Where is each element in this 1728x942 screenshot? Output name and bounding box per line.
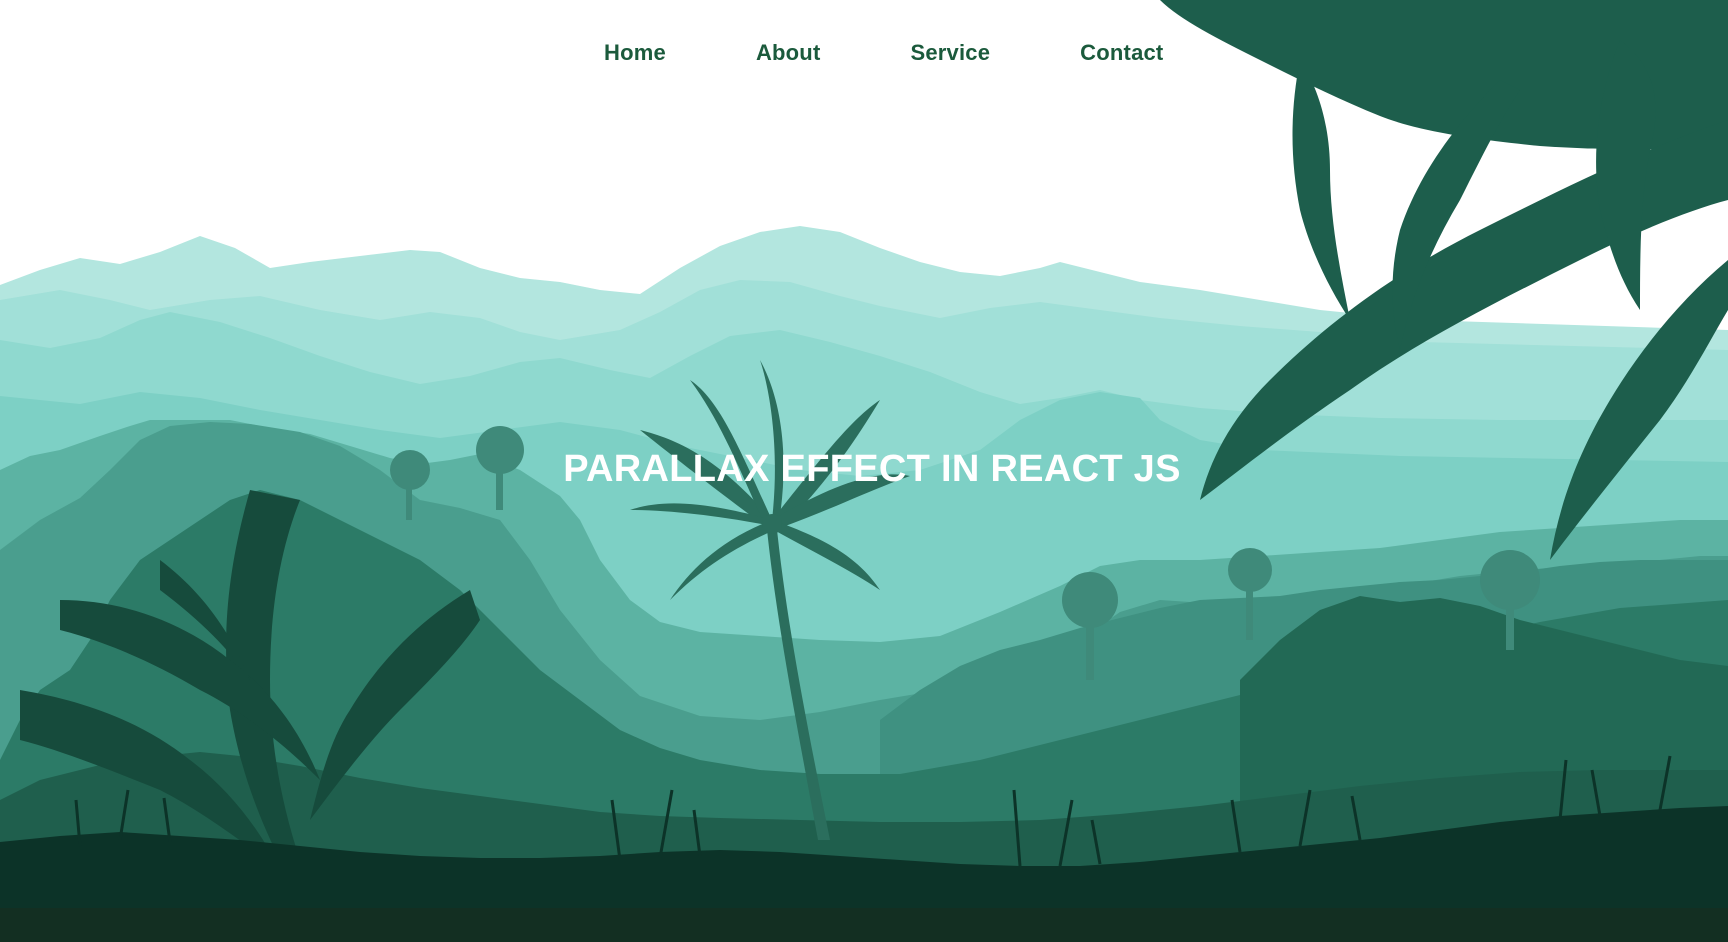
nav-home-link[interactable]: Home — [604, 40, 666, 66]
nav-service-link[interactable]: Service — [910, 40, 990, 66]
nav-about-link[interactable]: About — [756, 40, 821, 66]
nav-contact-link[interactable]: Contact — [1080, 40, 1163, 66]
main-nav: Home About Service Contact — [604, 36, 1163, 70]
bottom-strip — [0, 908, 1728, 942]
hero-title: PARALLAX EFFECT IN REACT JS — [563, 448, 1181, 490]
